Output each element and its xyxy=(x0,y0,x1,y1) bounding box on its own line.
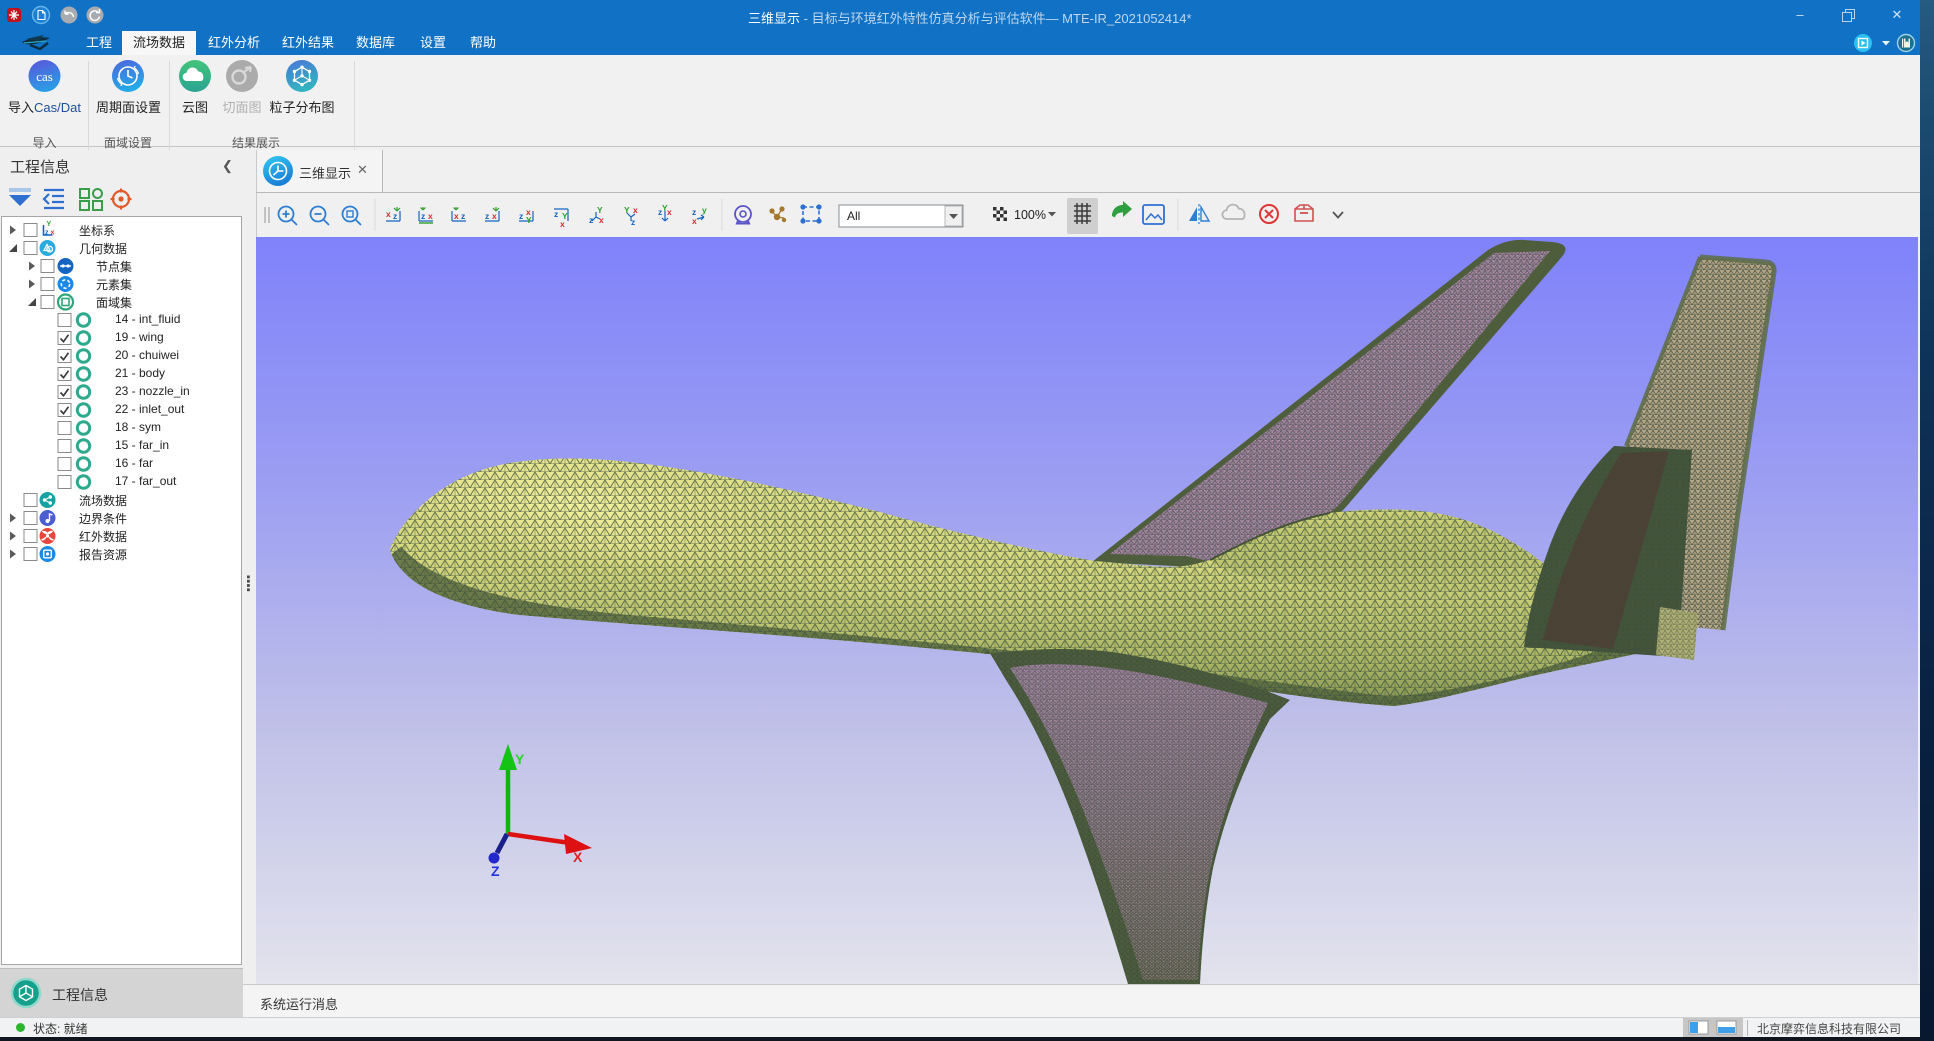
svg-text:X: X xyxy=(573,849,583,865)
svg-text:Y: Y xyxy=(662,203,668,213)
svg-text:z: z xyxy=(393,211,397,221)
svg-text:x: x xyxy=(428,211,433,221)
svg-text:cas: cas xyxy=(36,69,53,84)
svg-text:z: z xyxy=(485,211,489,221)
svg-text:x: x xyxy=(492,211,497,221)
svg-text:x: x xyxy=(667,207,672,217)
svg-text:x: x xyxy=(454,211,459,221)
svg-text:z: z xyxy=(45,230,49,237)
svg-text:z: z xyxy=(461,211,465,221)
svg-text:Y: Y xyxy=(515,751,525,767)
svg-text:Y: Y xyxy=(47,221,52,228)
svg-text:z: z xyxy=(554,209,558,219)
svg-text:100%: 100% xyxy=(1014,208,1046,222)
svg-text:z: z xyxy=(631,217,635,227)
svg-text:Y: Y xyxy=(526,215,532,225)
svg-text:y: y xyxy=(702,205,707,215)
svg-text:x: x xyxy=(692,216,697,226)
svg-text:All: All xyxy=(847,209,860,223)
svg-text:x: x xyxy=(560,219,565,229)
svg-text:Y: Y xyxy=(597,205,603,215)
svg-text:x: x xyxy=(386,209,391,219)
svg-text:x: x xyxy=(51,230,55,237)
svg-text:z: z xyxy=(519,211,523,221)
svg-text:z: z xyxy=(421,211,425,221)
svg-text:x: x xyxy=(633,205,638,215)
svg-text:Z: Z xyxy=(491,863,500,879)
svg-text:x: x xyxy=(599,215,604,225)
